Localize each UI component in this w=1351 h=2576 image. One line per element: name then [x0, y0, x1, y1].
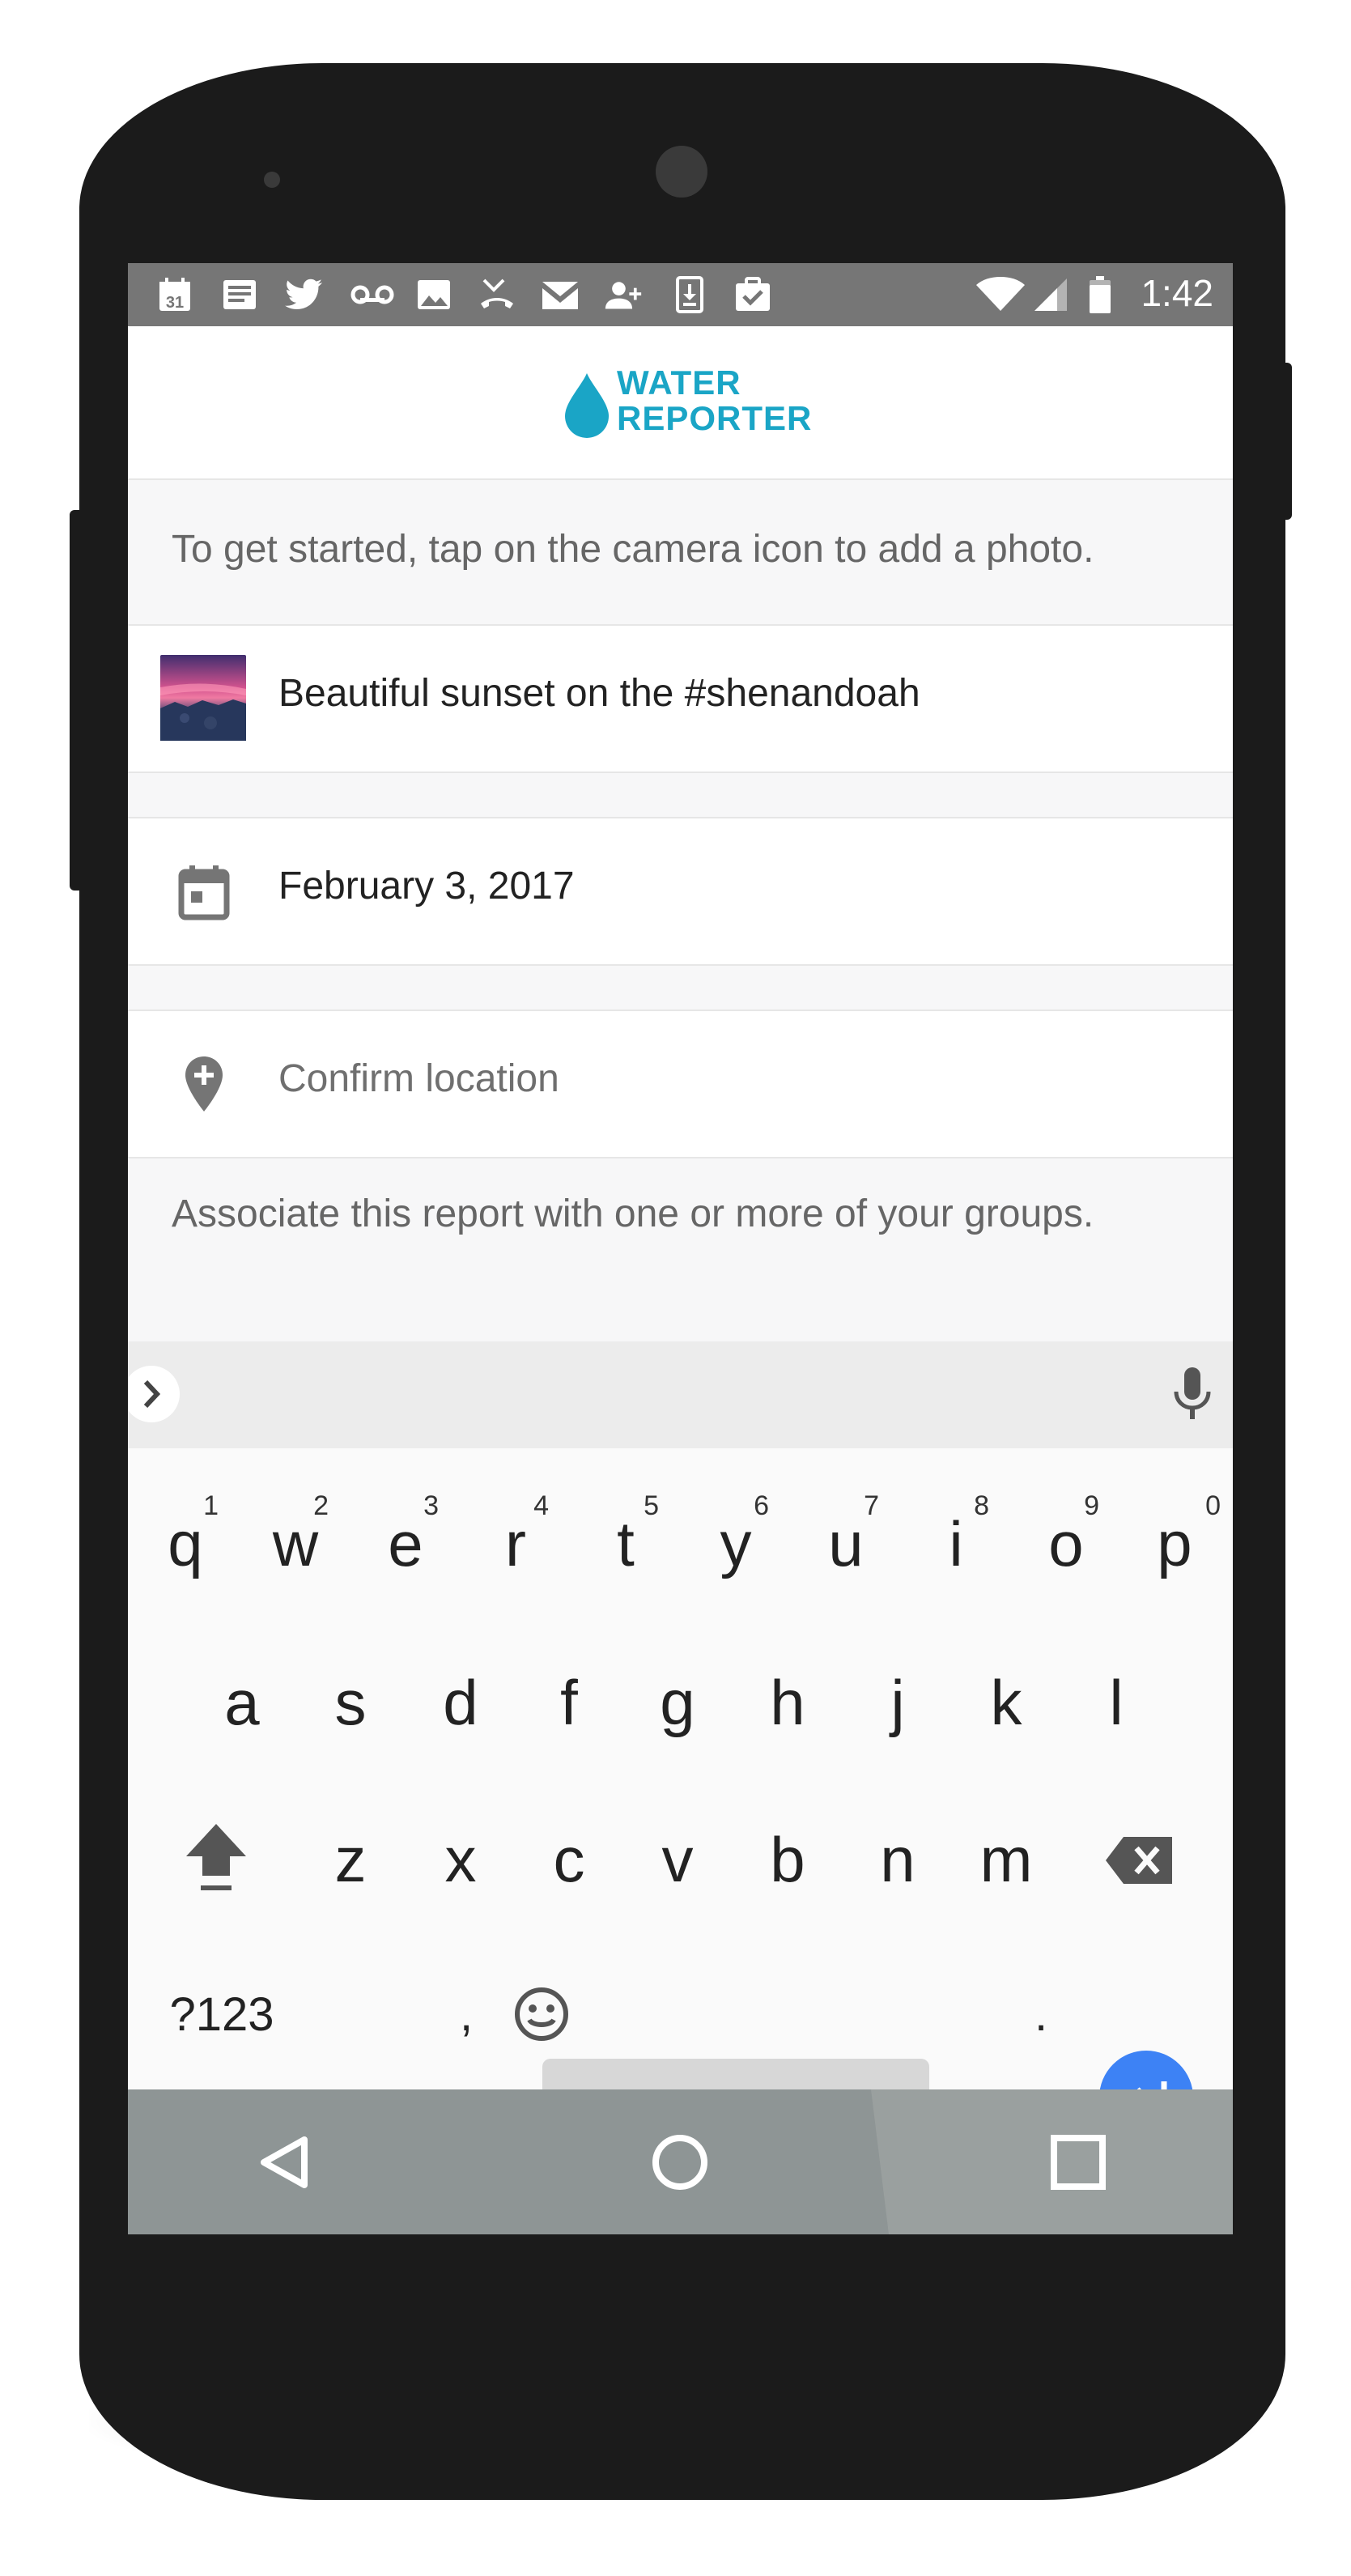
key[interactable]: l	[1064, 1646, 1169, 1759]
add-location-icon	[173, 1053, 235, 1115]
app-logo: WATER REPORTER	[617, 365, 812, 436]
calendar-icon	[173, 861, 235, 922]
key[interactable]: s	[298, 1646, 403, 1759]
period-key[interactable]: .	[1001, 1958, 1081, 2072]
photo-hint: To get started, tap on the camera icon t…	[128, 480, 1233, 626]
key[interactable]: i8	[903, 1487, 1009, 1600]
logo-line-1: WATER	[617, 363, 741, 402]
gmail-icon	[541, 276, 580, 313]
key[interactable]: d	[408, 1646, 513, 1759]
key[interactable]: c	[516, 1803, 622, 1916]
key[interactable]: n	[845, 1803, 950, 1916]
twitter-icon	[285, 276, 324, 313]
key[interactable]: y6	[683, 1487, 788, 1600]
app-header: WATER REPORTER	[128, 326, 1233, 480]
photo-hint-text: To get started, tap on the camera icon t…	[172, 528, 1094, 571]
proximity-sensor	[264, 172, 280, 188]
key[interactable]: m	[954, 1803, 1059, 1916]
keyboard-suggestion-strip	[128, 1341, 1233, 1448]
clock: 1:42	[1141, 272, 1213, 314]
key[interactable]: t5	[573, 1487, 678, 1600]
date-value[interactable]: February 3, 2017	[278, 864, 575, 908]
calendar-day: 31	[166, 294, 184, 312]
screen: 31 1:42 WATER REPORTER To get started, t…	[128, 263, 1233, 2234]
caption-row[interactable]: Beautiful sunset on the #shenandoah	[128, 624, 1233, 773]
report-photo-thumbnail[interactable]	[160, 655, 246, 741]
backspace-key[interactable]	[1088, 1803, 1193, 1916]
keyboard-expand-button[interactable]	[128, 1366, 180, 1422]
key[interactable]: j	[845, 1646, 950, 1759]
key[interactable]: f	[516, 1646, 622, 1759]
key[interactable]: u7	[793, 1487, 899, 1600]
add-contact-icon	[604, 276, 643, 313]
key[interactable]: h	[735, 1646, 840, 1759]
image-icon	[414, 276, 453, 313]
key[interactable]: w2	[243, 1487, 348, 1600]
key[interactable]: o9	[1013, 1487, 1119, 1600]
location-input[interactable]: Confirm location	[278, 1056, 559, 1101]
nav-bar	[128, 2089, 1233, 2234]
water-drop-icon	[562, 372, 612, 440]
calendar-31-icon: 31	[155, 276, 194, 313]
key[interactable]: b	[735, 1803, 840, 1916]
key[interactable]: k	[954, 1646, 1059, 1759]
back-icon[interactable]	[253, 2130, 317, 2195]
battery-icon	[1086, 276, 1114, 313]
emoji-key[interactable]	[489, 1958, 594, 2072]
caption-text[interactable]: Beautiful sunset on the #shenandoah	[278, 671, 920, 716]
wifi-icon	[976, 276, 1025, 313]
home-icon[interactable]	[648, 2130, 712, 2195]
missed-call-icon	[478, 276, 516, 313]
voicemail-icon	[350, 276, 395, 313]
logo-line-2: REPORTER	[617, 399, 813, 437]
cell-signal-icon	[1031, 276, 1070, 313]
groups-hint: Associate this report with one or more o…	[128, 1162, 1233, 1341]
download-icon	[670, 276, 709, 313]
key[interactable]: a	[189, 1646, 295, 1759]
status-bar: 31 1:42	[128, 263, 1233, 326]
key[interactable]: p0	[1122, 1487, 1227, 1600]
key[interactable]: v	[625, 1803, 730, 1916]
news-icon	[220, 276, 259, 313]
symbols-key[interactable]: ?123	[157, 1958, 287, 2072]
key[interactable]: z	[298, 1803, 403, 1916]
location-row[interactable]: Confirm location	[128, 1010, 1233, 1158]
mic-icon[interactable]	[1168, 1366, 1217, 1424]
key[interactable]: q1	[133, 1487, 238, 1600]
groups-hint-text: Associate this report with one or more o…	[172, 1192, 1094, 1235]
shift-key[interactable]	[164, 1803, 269, 1916]
key[interactable]: g	[625, 1646, 730, 1759]
date-row[interactable]: February 3, 2017	[128, 817, 1233, 966]
key[interactable]: x	[408, 1803, 513, 1916]
front-camera	[656, 146, 707, 198]
recents-icon[interactable]	[1046, 2130, 1111, 2195]
key[interactable]: e3	[353, 1487, 458, 1600]
key[interactable]: r4	[463, 1487, 568, 1600]
task-done-icon	[733, 276, 772, 313]
keyboard: q1 w2 e3 r4 t5 y6 u7 i8 o9 p0 a s d f g …	[128, 1448, 1233, 2089]
